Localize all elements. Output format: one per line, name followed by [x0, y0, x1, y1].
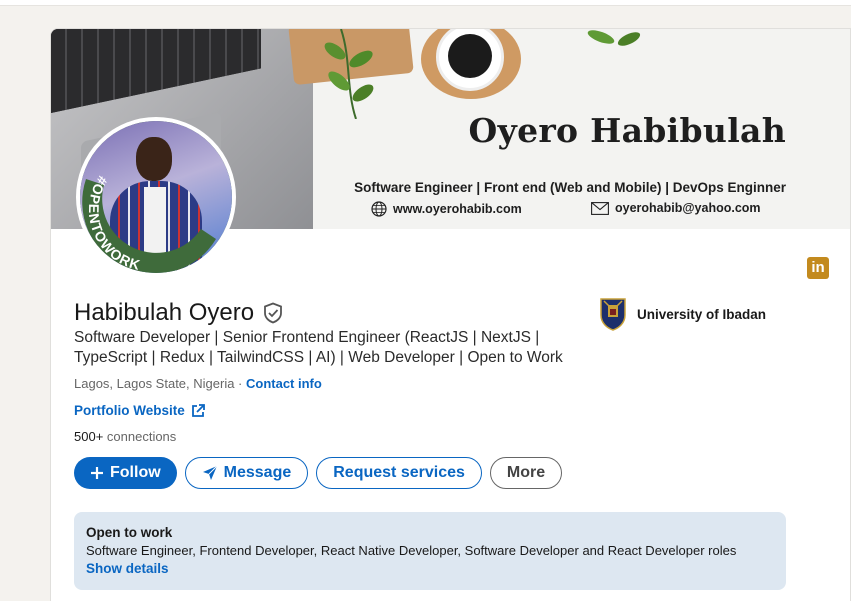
- external-link-icon: [191, 403, 205, 417]
- profile-card: Oyero Habibulah Software Engineer | Fron…: [50, 28, 851, 601]
- verified-shield-icon[interactable]: [262, 302, 284, 324]
- message-button[interactable]: Message: [184, 457, 309, 489]
- more-label: More: [506, 464, 546, 481]
- more-button[interactable]: More: [489, 457, 563, 489]
- avatar[interactable]: #OPENTOWORK: [76, 117, 236, 277]
- show-details-link[interactable]: Show details: [86, 561, 169, 576]
- location-separator: ·: [234, 376, 246, 391]
- university-crest-icon: [600, 298, 626, 331]
- mail-icon: [591, 201, 609, 215]
- connections-count[interactable]: 500+ connections: [74, 429, 176, 444]
- request-services-button[interactable]: Request services: [316, 457, 482, 489]
- connections-number: 500+: [74, 429, 104, 444]
- profile-headline: Software Developer | Senior Frontend Eng…: [74, 329, 563, 366]
- portfolio-link-row[interactable]: Portfolio Website: [74, 403, 205, 418]
- banner-name: Oyero Habibulah: [468, 111, 786, 150]
- profile-location: Lagos, Lagos State, Nigeria: [74, 376, 235, 391]
- follow-button[interactable]: Follow: [74, 457, 177, 489]
- plus-icon: [91, 467, 103, 479]
- banner-website-text: www.oyerohabib.com: [393, 202, 522, 216]
- open-to-work-roles: Software Engineer, Frontend Developer, R…: [86, 543, 737, 558]
- portfolio-link[interactable]: Portfolio Website: [74, 403, 185, 418]
- profile-actions: Follow Message Request services More: [74, 457, 563, 489]
- profile-name-row: Habibulah Oyero: [74, 299, 284, 327]
- open-to-work-card: Open to work Software Engineer, Frontend…: [74, 512, 786, 590]
- banner-website: www.oyerohabib.com: [371, 201, 522, 217]
- follow-label: Follow: [110, 464, 161, 481]
- connections-label: connections: [103, 429, 177, 444]
- top-strip: [0, 0, 851, 6]
- profile-location-row: Lagos, Lagos State, Nigeria · Contact in…: [74, 376, 322, 391]
- banner-tagline: Software Engineer | Front end (Web and M…: [354, 180, 786, 195]
- linkedin-icon[interactable]: in: [807, 257, 829, 279]
- banner-email-text: oyerohabib@yahoo.com: [615, 201, 761, 215]
- education-school[interactable]: University of Ibadan: [599, 297, 766, 331]
- message-label: Message: [223, 464, 292, 481]
- open-to-work-badge-text: #OPENTOWORK: [86, 173, 142, 273]
- contact-info-link[interactable]: Contact info: [246, 376, 322, 391]
- svg-text:#OPENTOWORK: #OPENTOWORK: [86, 173, 143, 273]
- globe-icon: [371, 201, 387, 217]
- open-to-work-title: Open to work: [86, 525, 173, 540]
- send-icon: [202, 465, 218, 480]
- school-name: University of Ibadan: [637, 306, 767, 322]
- banner-email: oyerohabib@yahoo.com: [591, 201, 761, 215]
- open-to-work-ring: #OPENTOWORK: [82, 173, 216, 273]
- banner-leaves-image: [587, 30, 641, 46]
- request-services-label: Request services: [333, 464, 465, 481]
- profile-name: Habibulah Oyero: [74, 299, 255, 326]
- banner-plant-image: [324, 29, 374, 119]
